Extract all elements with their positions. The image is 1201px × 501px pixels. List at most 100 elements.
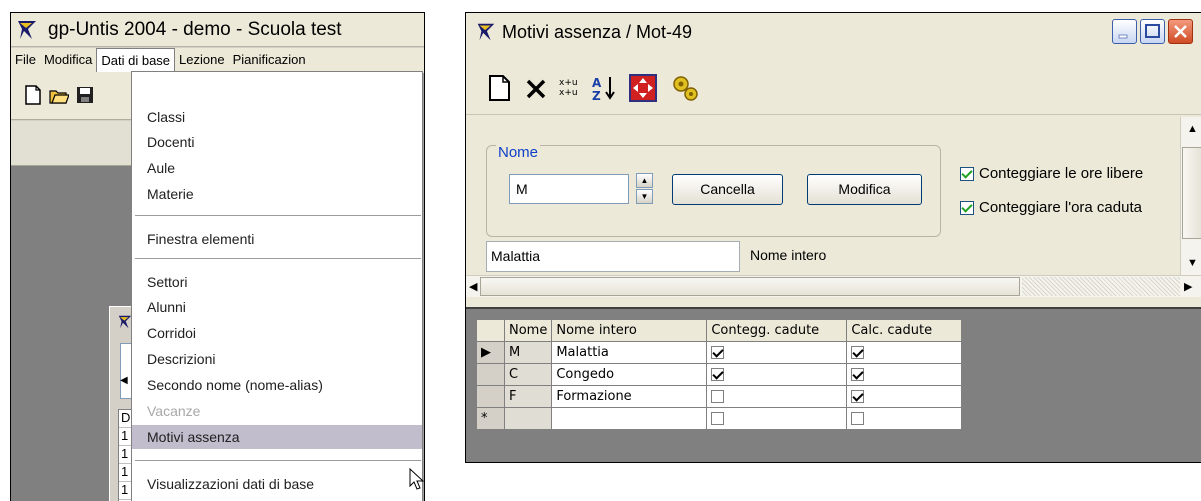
modifica-button[interactable]: Modifica (807, 174, 922, 205)
cell-calc-cadute[interactable] (846, 385, 963, 408)
checkbox-checked[interactable] (851, 368, 865, 381)
checkbox-unchecked[interactable] (711, 390, 725, 403)
spin-up-icon[interactable]: ▲ (636, 173, 653, 188)
menu-item-alunni[interactable]: Alunni (132, 295, 422, 319)
vertical-scrollbar[interactable]: ▲ ▼ (1180, 117, 1201, 275)
name-input[interactable]: M (509, 174, 629, 204)
untis-logo-icon (18, 20, 36, 39)
move-arrows-icon[interactable] (628, 73, 658, 103)
cell-code[interactable]: M (503, 341, 553, 364)
menu-file[interactable]: File (11, 48, 40, 72)
menu-separator (135, 215, 421, 217)
cell-full-name[interactable]: Formazione (551, 385, 708, 408)
cell-full-name[interactable] (551, 407, 708, 430)
menu-item-motivi-assenza[interactable]: Motivi assenza (132, 425, 422, 449)
scroll-right-icon[interactable]: ▶ (1184, 280, 1192, 293)
menu-item-descrizioni[interactable]: Descrizioni (132, 347, 422, 371)
checkbox-checked[interactable] (711, 346, 725, 359)
cell-full-name[interactable]: Congedo (551, 363, 708, 386)
current-row-marker-icon[interactable]: ▶ (476, 341, 505, 364)
minimize-button[interactable] (1112, 19, 1137, 44)
main-window-title: gp-Untis 2004 - demo - Scuola test (48, 18, 342, 40)
menu-item-aule[interactable]: Aule (132, 156, 422, 180)
checkbox-checked[interactable] (711, 368, 725, 381)
column-header-calc-cadute[interactable]: Calc. cadute (846, 319, 963, 342)
ora-caduta-checkbox[interactable] (960, 200, 974, 215)
close-button[interactable] (1168, 19, 1193, 44)
option-ore-libere[interactable]: Conteggiare le ore libere (960, 165, 1143, 182)
menu-item-corridoi[interactable]: Corridoi (132, 321, 422, 345)
main-menu-bar: File Modifica Dati di base Lezione Piani… (11, 48, 424, 72)
full-name-input[interactable]: Malattia (486, 241, 740, 272)
mouse-cursor-icon (409, 468, 424, 490)
cell-calc-cadute[interactable] (846, 341, 963, 364)
table-row[interactable]: C Congedo (476, 363, 963, 386)
cell-full-name[interactable]: Malattia (551, 341, 708, 364)
column-header-nome-intero[interactable]: Nome intero (551, 319, 708, 342)
vertical-scroll-thumb[interactable] (1182, 147, 1201, 239)
cell-calc-cadute[interactable] (846, 407, 963, 430)
menu-dati-di-base[interactable]: Dati di base (96, 48, 176, 72)
menu-item-materie[interactable]: Materie (132, 182, 422, 206)
menu-item-settori[interactable]: Settori (132, 270, 422, 294)
menu-item-finestra-elementi[interactable]: Finestra elementi (132, 227, 422, 251)
checkbox-checked[interactable] (851, 346, 865, 359)
table-row[interactable]: ▶ M Malattia (476, 341, 963, 364)
delete-icon[interactable] (522, 73, 552, 103)
table-row[interactable]: F Formazione (476, 385, 963, 408)
cell-contegg-cadute[interactable] (706, 363, 848, 386)
menu-item-secondo-nome[interactable]: Secondo nome (nome-alias) (132, 373, 422, 397)
main-title-bar: gp-Untis 2004 - demo - Scuola test (11, 13, 424, 47)
table-new-row[interactable]: * (476, 407, 963, 430)
checkbox-unchecked[interactable] (851, 412, 865, 425)
menu-item-classi[interactable]: Classi (132, 105, 422, 129)
sort-az-icon[interactable]: A Z (590, 73, 620, 103)
records-grid-area: Nome Nome intero Contegg. cadute Calc. c… (466, 307, 1201, 462)
minimize-icon (1118, 34, 1128, 39)
svg-text:x+u: x+u (559, 78, 578, 88)
cell-code[interactable]: C (503, 363, 553, 386)
horizontal-scroll-thumb[interactable] (480, 277, 1020, 296)
row-selector[interactable] (476, 363, 505, 386)
column-header-nome[interactable]: Nome (503, 319, 553, 342)
row-selector[interactable] (476, 385, 505, 408)
checkbox-checked[interactable] (851, 390, 865, 403)
scroll-up-icon[interactable]: ▲ (1187, 123, 1198, 135)
menu-pianificazione[interactable]: Pianificazion (229, 48, 310, 72)
new-document-icon[interactable] (484, 73, 514, 103)
cell-code[interactable] (503, 407, 553, 430)
scroll-left-icon[interactable]: ◀ (469, 280, 477, 293)
cell-code[interactable]: F (503, 385, 553, 408)
new-row-marker-icon[interactable]: * (476, 407, 505, 430)
spin-down-icon[interactable]: ▼ (636, 189, 653, 204)
menu-separator (135, 258, 421, 260)
horizontal-scrollbar[interactable]: ◀ ▶ (466, 275, 1201, 297)
menu-item-docenti[interactable]: Docenti (132, 130, 422, 154)
cell-contegg-cadute[interactable] (706, 341, 848, 364)
settings-gears-icon[interactable] (670, 73, 700, 103)
ore-libere-checkbox[interactable] (960, 166, 974, 181)
scroll-left-icon[interactable]: ◀ (120, 375, 128, 386)
svg-text:Z: Z (592, 89, 601, 103)
column-header-contegg-cadute[interactable]: Contegg. cadute (706, 319, 848, 342)
cell-contegg-cadute[interactable] (706, 407, 848, 430)
checkbox-unchecked[interactable] (711, 412, 725, 425)
new-file-icon[interactable] (23, 84, 43, 106)
menu-item-visualizzazioni[interactable]: Visualizzazioni dati di base (132, 472, 422, 496)
menu-lezione[interactable]: Lezione (175, 48, 229, 72)
option-ora-caduta[interactable]: Conteggiare l'ora caduta (960, 199, 1142, 216)
untis-main-window: gp-Untis 2004 - demo - Scuola test File … (10, 12, 425, 501)
ore-libere-label: Conteggiare le ore libere (979, 165, 1144, 182)
scroll-down-icon[interactable]: ▼ (1187, 257, 1198, 269)
cell-contegg-cadute[interactable] (706, 385, 848, 408)
swap-codes-icon[interactable]: x+u x+u (556, 73, 586, 103)
cell-calc-cadute[interactable] (846, 363, 963, 386)
ora-caduta-label: Conteggiare l'ora caduta (979, 199, 1142, 216)
save-disk-icon[interactable] (75, 84, 95, 106)
open-folder-icon[interactable] (49, 84, 69, 106)
menu-modifica[interactable]: Modifica (40, 48, 96, 72)
name-spinner[interactable]: ▲ ▼ (636, 173, 653, 205)
cancella-button[interactable]: Cancella (672, 174, 783, 205)
menu-item-vacanze: Vacanze (147, 403, 201, 419)
maximize-button[interactable] (1140, 19, 1165, 44)
